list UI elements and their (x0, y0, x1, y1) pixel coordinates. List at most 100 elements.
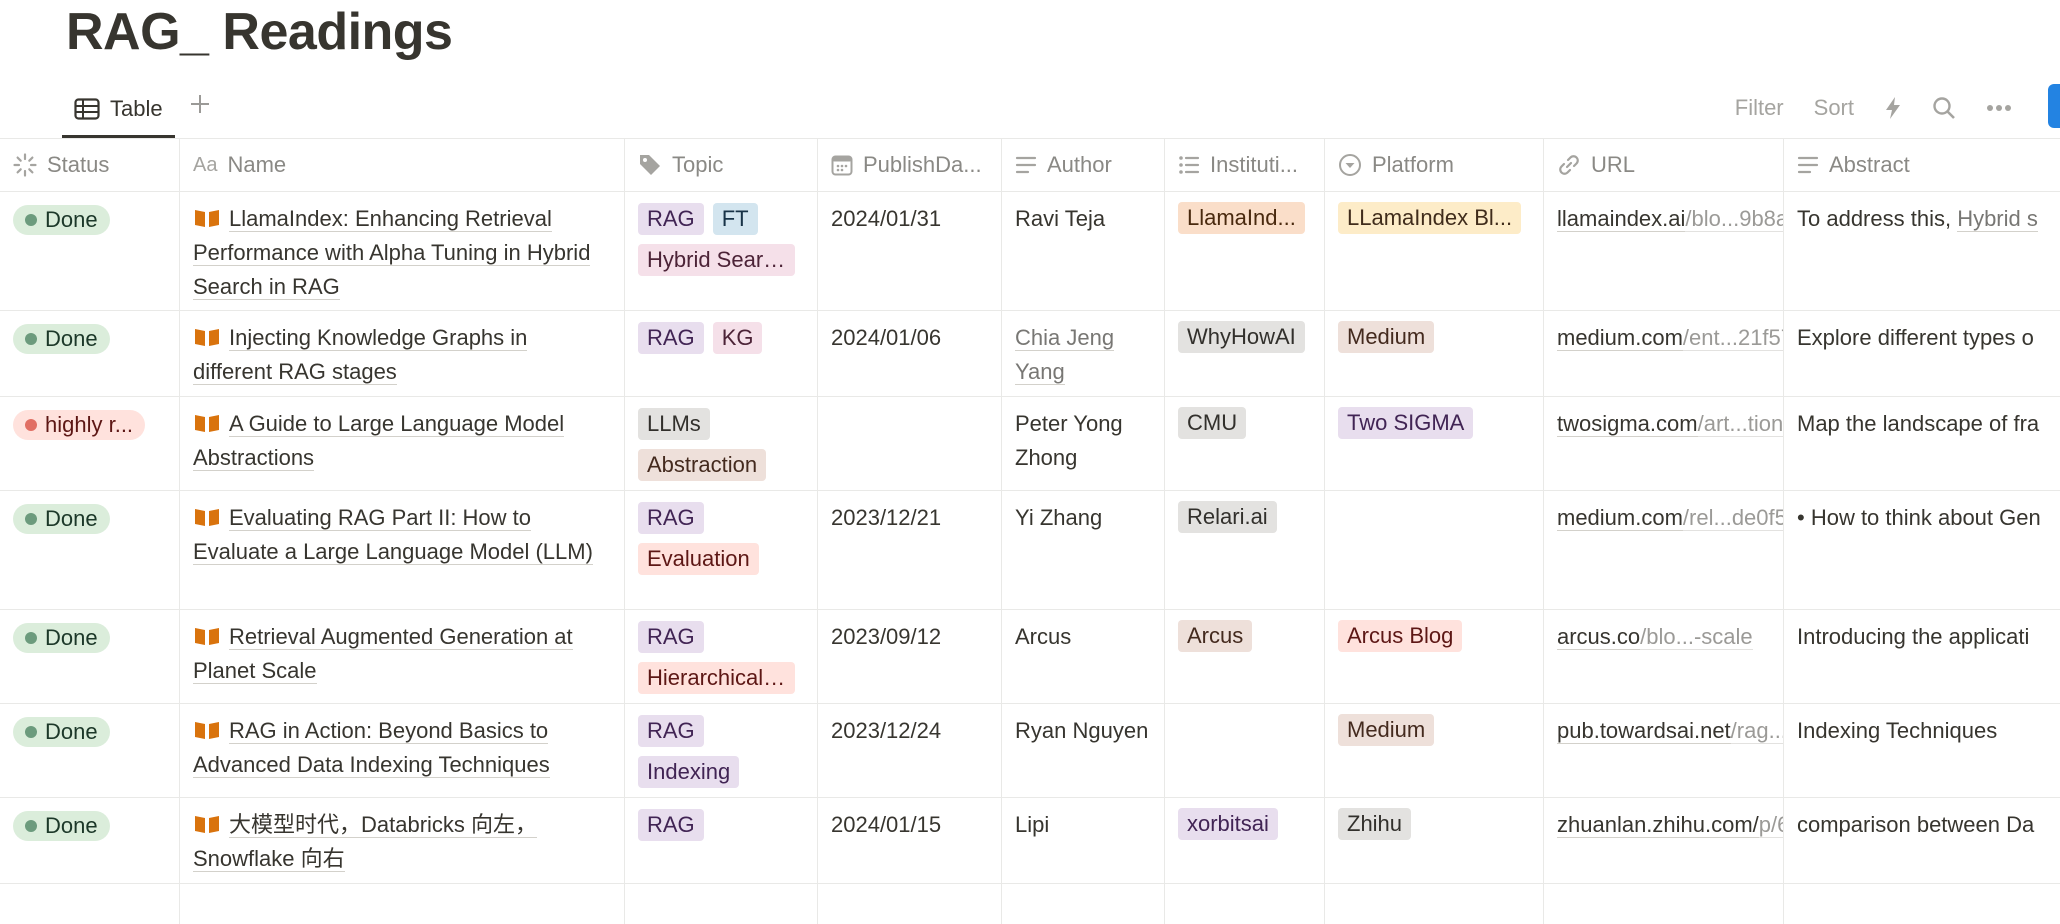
column-header-author[interactable]: Author (1002, 139, 1165, 191)
column-header-url[interactable]: URL (1544, 139, 1784, 191)
table-row[interactable] (0, 884, 2060, 924)
tag-icon (640, 155, 660, 175)
filter-button[interactable]: Filter (1735, 95, 1784, 121)
platform-tag[interactable]: Zhihu (1338, 808, 1412, 840)
status-badge[interactable]: Done (13, 811, 110, 841)
more-icon[interactable] (1986, 104, 2012, 112)
author-link[interactable]: Chia Jeng Yang (1015, 325, 1115, 385)
status-badge[interactable]: Done (13, 205, 110, 235)
row-title-link[interactable]: Retrieval Augmented Generation at Planet… (193, 624, 573, 684)
column-label-url: URL (1591, 152, 1636, 177)
abstract: Introducing the applicati (1797, 624, 2030, 649)
publish-date (818, 397, 1002, 490)
institution-tag[interactable]: WhyHowAI (1178, 321, 1305, 353)
platform-empty (1325, 491, 1544, 609)
search-icon[interactable] (1932, 96, 1956, 120)
author: Arcus (1002, 610, 1165, 703)
topic-tag[interactable]: Abstraction (638, 449, 767, 481)
column-header-name[interactable]: Aa Name (180, 139, 625, 191)
table-row[interactable]: Done Evaluating RAG Part II: How to Eval… (0, 491, 2060, 610)
url-link[interactable]: medium.com/rel...de0f5d (1544, 491, 1784, 609)
abstract-link[interactable]: Hybrid s (1957, 206, 2038, 232)
status-badge[interactable]: Done (13, 623, 110, 653)
institution-tag[interactable]: xorbitsai (1178, 808, 1278, 840)
topic-tag[interactable]: Evaluation (638, 543, 759, 575)
publish-date: 2023/12/24 (818, 704, 1002, 797)
status-badge[interactable]: Done (13, 717, 110, 747)
text-lines-icon (1797, 156, 1819, 174)
status-badge[interactable]: Done (13, 504, 110, 534)
institution-empty (1165, 704, 1325, 797)
topic-tag[interactable]: FT (712, 203, 758, 235)
author: Ravi Teja (1002, 192, 1165, 310)
new-button[interactable] (2048, 84, 2060, 128)
abstract: Explore different types o (1797, 325, 2034, 350)
row-title-link[interactable]: RAG in Action: Beyond Basics to Advanced… (193, 718, 550, 778)
column-header-platform[interactable]: Platform (1325, 139, 1544, 191)
topic-tag[interactable]: Hybrid Search (638, 244, 795, 276)
platform-tag[interactable]: Arcus Blog (1338, 620, 1463, 652)
tab-table-label: Table (110, 95, 163, 121)
url-link[interactable]: medium.com/ent...21f57b (1544, 311, 1784, 396)
text-lines-icon (1015, 156, 1037, 174)
row-title-link[interactable]: LlamaIndex: Enhancing Retrieval Performa… (193, 206, 591, 300)
column-label-date: PublishDa... (863, 152, 982, 177)
row-title-link[interactable]: Injecting Knowledge Graphs in different … (193, 325, 528, 385)
author: Ryan Nguyen (1002, 704, 1165, 797)
institution-tag[interactable]: Relari.ai (1178, 501, 1277, 533)
topic-tag[interactable]: RAG (638, 621, 704, 653)
platform-tag[interactable]: Two SIGMA (1338, 407, 1474, 439)
topic-tag[interactable]: RAG (638, 502, 704, 534)
url-link[interactable]: llamaindex.ai/blo...9b8a00 (1544, 192, 1784, 310)
topic-tag[interactable]: RAG (638, 715, 704, 747)
topic-tag[interactable]: KG (712, 322, 763, 354)
table-row[interactable]: highly r... A Guide to Large Language Mo… (0, 397, 2060, 491)
platform-tag[interactable]: Medium (1338, 714, 1435, 746)
column-header-abstract[interactable]: Abstract (1784, 139, 2060, 191)
table-row[interactable]: Done Retrieval Augmented Generation at P… (0, 610, 2060, 704)
url-link[interactable]: arcus.co/blo...-scale (1544, 610, 1784, 703)
link-icon (1559, 155, 1579, 175)
row-title-link[interactable]: 大模型时代，Databricks 向左，Snowflake 向右 (193, 812, 538, 872)
add-view-button[interactable] (186, 92, 214, 120)
topic-tag[interactable]: RAG (638, 809, 704, 841)
table-row[interactable]: Done RAG in Action: Beyond Basics to Adv… (0, 704, 2060, 798)
url-link[interactable]: zhuanlan.zhihu.com/p/6...&s_r=0 (1544, 798, 1784, 883)
book-icon (195, 210, 219, 227)
select-icon (1339, 154, 1361, 176)
topic-tag[interactable]: Hierarchical ... (638, 662, 795, 694)
author: Peter Yong Zhong (1002, 397, 1165, 490)
book-icon (195, 415, 219, 432)
topic-tag[interactable]: RAG (638, 322, 704, 354)
url-link[interactable]: pub.towardsai.net/rag...3f5e43 (1544, 704, 1784, 797)
column-label-author: Author (1047, 152, 1112, 177)
institution-tag[interactable]: LlamaInd... (1178, 202, 1305, 234)
row-title-link[interactable]: A Guide to Large Language Model Abstract… (193, 411, 565, 471)
institution-tag[interactable]: CMU (1178, 407, 1247, 439)
column-header-date[interactable]: PublishDa... (818, 139, 1002, 191)
column-header-status[interactable]: Status (0, 139, 180, 191)
column-header-topic[interactable]: Topic (625, 139, 818, 191)
lightning-icon[interactable] (1884, 96, 1902, 120)
column-header-institution[interactable]: Instituti... (1165, 139, 1325, 191)
table-row[interactable]: Done Injecting Knowledge Graphs in diffe… (0, 311, 2060, 397)
institution-tag[interactable]: Arcus (1178, 620, 1253, 652)
sort-button[interactable]: Sort (1814, 95, 1854, 121)
table-icon (74, 97, 100, 120)
url-link[interactable]: twosigma.com/art...tions/ (1544, 397, 1784, 490)
status-badge[interactable]: highly r... (13, 410, 146, 440)
tab-table[interactable]: Table (62, 82, 175, 138)
row-title-link[interactable]: Evaluating RAG Part II: How to Evaluate … (193, 505, 593, 565)
table-row[interactable]: Done 大模型时代，Databricks 向左，Snowflake 向右 RA… (0, 798, 2060, 884)
topic-tag[interactable]: Indexing (638, 756, 740, 788)
page-title: RAG_ Readings (66, 3, 453, 61)
platform-tag[interactable]: Medium (1338, 321, 1435, 353)
abstract: Indexing Techniques (1797, 718, 1998, 743)
topic-tag[interactable]: LLMs (638, 408, 710, 440)
publish-date: 2024/01/31 (818, 192, 1002, 310)
platform-tag[interactable]: LLamaIndex Bl... (1338, 202, 1522, 234)
topic-tag[interactable]: RAG (638, 203, 704, 235)
publish-date: 2024/01/15 (818, 798, 1002, 883)
table-row[interactable]: Done LlamaIndex: Enhancing Retrieval Per… (0, 192, 2060, 311)
status-badge[interactable]: Done (13, 324, 110, 354)
